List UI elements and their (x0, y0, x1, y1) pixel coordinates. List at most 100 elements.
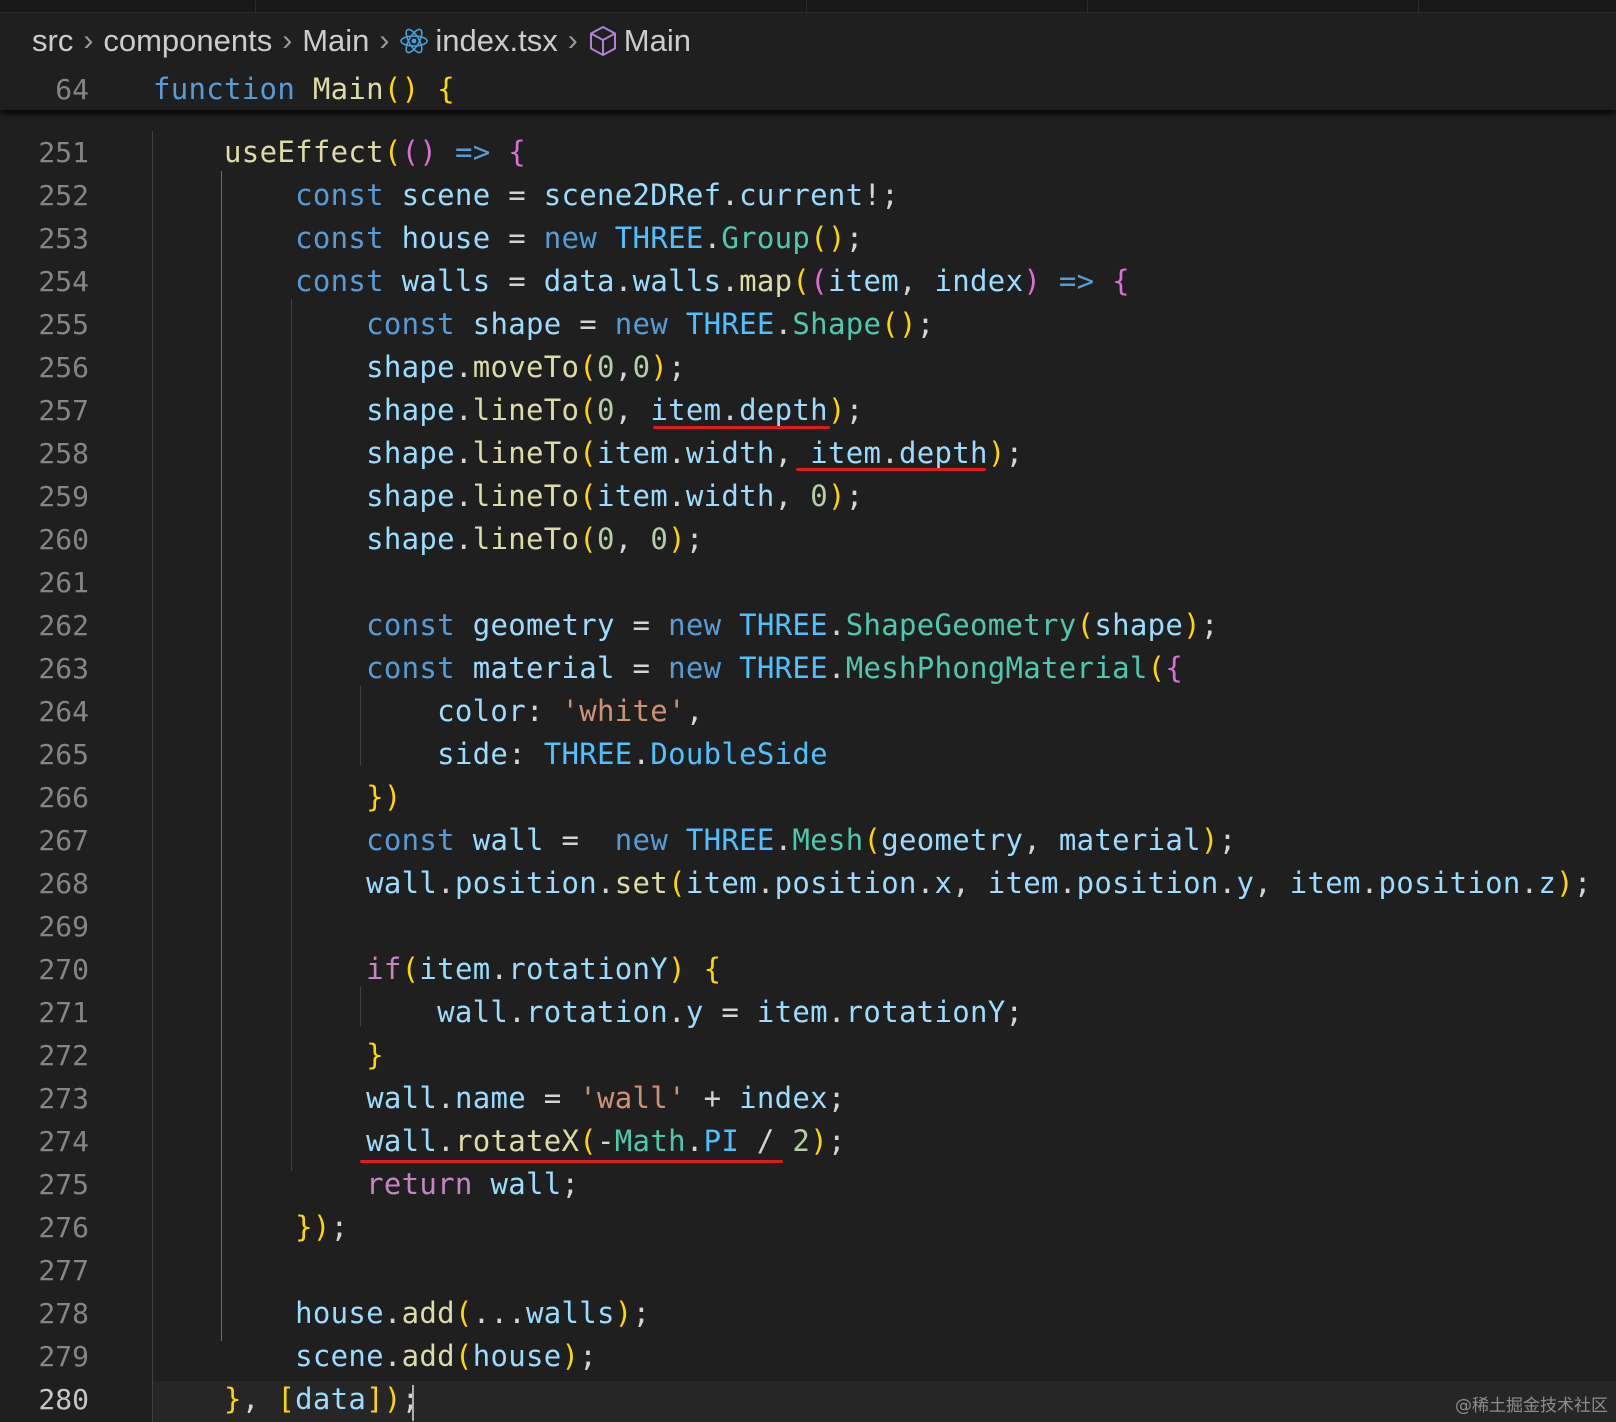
line-number: 256 (38, 351, 89, 384)
line-number: 267 (38, 824, 89, 857)
code-line: side: THREE.DoubleSide (437, 737, 828, 771)
code-row[interactable]: 263 const material = new THREE.MeshPhong… (0, 647, 1616, 690)
code-line: }); (295, 1210, 349, 1244)
breadcrumb: src › components › Main › index.tsx › Ma… (32, 18, 1616, 64)
code-row[interactable]: 268 wall.position.set(item.position.x, i… (0, 862, 1616, 905)
line-number: 251 (38, 136, 89, 169)
breadcrumb-item-main-folder[interactable]: Main (302, 23, 369, 59)
code-line: const walls = data.walls.map((item, inde… (295, 264, 1130, 298)
line-number: 255 (38, 308, 89, 341)
code-line: const house = new THREE.Group(); (295, 221, 864, 255)
line-number: 270 (38, 953, 89, 986)
code-line: wall.rotation.y = item.rotationY; (437, 995, 1024, 1029)
code-line: shape.lineTo(item.width, 0); (366, 479, 864, 513)
code-line: if(item.rotationY) { (366, 952, 722, 986)
code-row[interactable]: 259 shape.lineTo(item.width, 0); (0, 475, 1616, 518)
code-row[interactable]: 266 }) (0, 776, 1616, 819)
code-line: }, [data]); (224, 1382, 420, 1416)
react-icon (399, 26, 429, 56)
code-editor[interactable]: 251 useEffect(() => {252 const scene = s… (0, 131, 1616, 1422)
line-number: 275 (38, 1168, 89, 1201)
code-row[interactable]: 275 return wall; (0, 1163, 1616, 1206)
breadcrumb-item-symbol[interactable]: Main (624, 23, 691, 59)
code-row[interactable]: 265 side: THREE.DoubleSide (0, 733, 1616, 776)
code-row[interactable]: 272 } (0, 1034, 1616, 1077)
line-number: 266 (38, 781, 89, 814)
code-line: const shape = new THREE.Shape(); (366, 307, 935, 341)
code-row[interactable]: 269 (0, 905, 1616, 948)
code-row[interactable]: 271 wall.rotation.y = item.rotationY; (0, 991, 1616, 1034)
annotation-underline (653, 426, 830, 429)
code-line: return wall; (366, 1167, 580, 1201)
code-row[interactable]: 253 const house = new THREE.Group(); (0, 217, 1616, 260)
code-line: const geometry = new THREE.ShapeGeometry… (366, 608, 1219, 642)
editor-tab[interactable] (0, 0, 256, 12)
code-row[interactable]: 277 (0, 1249, 1616, 1292)
line-number: 277 (38, 1254, 89, 1287)
line-number: 264 (38, 695, 89, 728)
code-row[interactable]: 267 const wall = new THREE.Mesh(geometry… (0, 819, 1616, 862)
chevron-right-icon: › (567, 24, 578, 57)
code-row[interactable]: 251 useEffect(() => { (0, 131, 1616, 174)
breadcrumb-item-components[interactable]: components (103, 23, 272, 59)
code-line: const scene = scene2DRef.current!; (295, 178, 899, 212)
line-number: 269 (38, 910, 89, 943)
watermark: @稀土掘金技术社区 (1455, 1396, 1608, 1416)
code-line: wall.rotateX(-Math.PI / 2); (366, 1124, 846, 1158)
chevron-right-icon: › (282, 24, 293, 57)
annotation-underline (360, 1160, 783, 1163)
code-row[interactable]: 279 scene.add(house); (0, 1335, 1616, 1378)
editor-tab[interactable] (256, 0, 807, 12)
sticky-scroll-header[interactable]: 64 function Main() { (0, 68, 1616, 110)
code-row[interactable]: 274 wall.rotateX(-Math.PI / 2); (0, 1120, 1616, 1163)
text-cursor (412, 1385, 414, 1421)
code-row[interactable]: 262 const geometry = new THREE.ShapeGeom… (0, 604, 1616, 647)
line-number: 64 (55, 73, 89, 106)
code-line: const wall = new THREE.Mesh(geometry, ma… (366, 823, 1237, 857)
line-number: 254 (38, 265, 89, 298)
cube-icon (588, 25, 618, 57)
code-row[interactable]: 261 (0, 561, 1616, 604)
breadcrumb-item-src[interactable]: src (32, 23, 73, 59)
line-number: 268 (38, 867, 89, 900)
line-number: 261 (38, 566, 89, 599)
code-line: color: 'white', (437, 694, 704, 728)
line-number: 273 (38, 1082, 89, 1115)
code-line: const material = new THREE.MeshPhongMate… (366, 651, 1184, 685)
line-number: 278 (38, 1297, 89, 1330)
editor-tab[interactable] (807, 0, 1088, 12)
code-row[interactable]: 280 }, [data]); (0, 1378, 1616, 1421)
annotation-underline (796, 468, 986, 471)
code-line: wall.name = 'wall' + index; (366, 1081, 846, 1115)
line-number: 263 (38, 652, 89, 685)
line-number: 262 (38, 609, 89, 642)
code-line: wall.position.set(item.position.x, item.… (366, 866, 1592, 900)
code-row[interactable]: 255 const shape = new THREE.Shape(); (0, 303, 1616, 346)
breadcrumb-item-file[interactable]: index.tsx (435, 23, 557, 59)
line-number: 279 (38, 1340, 89, 1373)
editor-tab-bar (0, 0, 1616, 13)
code-row[interactable]: 260 shape.lineTo(0, 0); (0, 518, 1616, 561)
line-number: 274 (38, 1125, 89, 1158)
code-line: shape.lineTo(0, 0); (366, 522, 704, 556)
code-line: house.add(...walls); (295, 1296, 651, 1330)
line-number: 252 (38, 179, 89, 212)
code-row[interactable]: 256 shape.moveTo(0,0); (0, 346, 1616, 389)
line-number: 280 (38, 1383, 89, 1416)
code-row[interactable]: 273 wall.name = 'wall' + index; (0, 1077, 1616, 1120)
line-number: 260 (38, 523, 89, 556)
line-number: 257 (38, 394, 89, 427)
code-row[interactable]: 276 }); (0, 1206, 1616, 1249)
line-number: 272 (38, 1039, 89, 1072)
chevron-right-icon: › (379, 24, 390, 57)
editor-tab[interactable] (1088, 0, 1419, 12)
code-line: useEffect(() => { (224, 135, 527, 169)
line-number: 253 (38, 222, 89, 255)
code-row[interactable]: 252 const scene = scene2DRef.current!; (0, 174, 1616, 217)
line-number: 271 (38, 996, 89, 1029)
code-row[interactable]: 254 const walls = data.walls.map((item, … (0, 260, 1616, 303)
code-row[interactable]: 278 house.add(...walls); (0, 1292, 1616, 1335)
code-row[interactable]: 264 color: 'white', (0, 690, 1616, 733)
code-line: }) (366, 780, 402, 814)
code-row[interactable]: 270 if(item.rotationY) { (0, 948, 1616, 991)
